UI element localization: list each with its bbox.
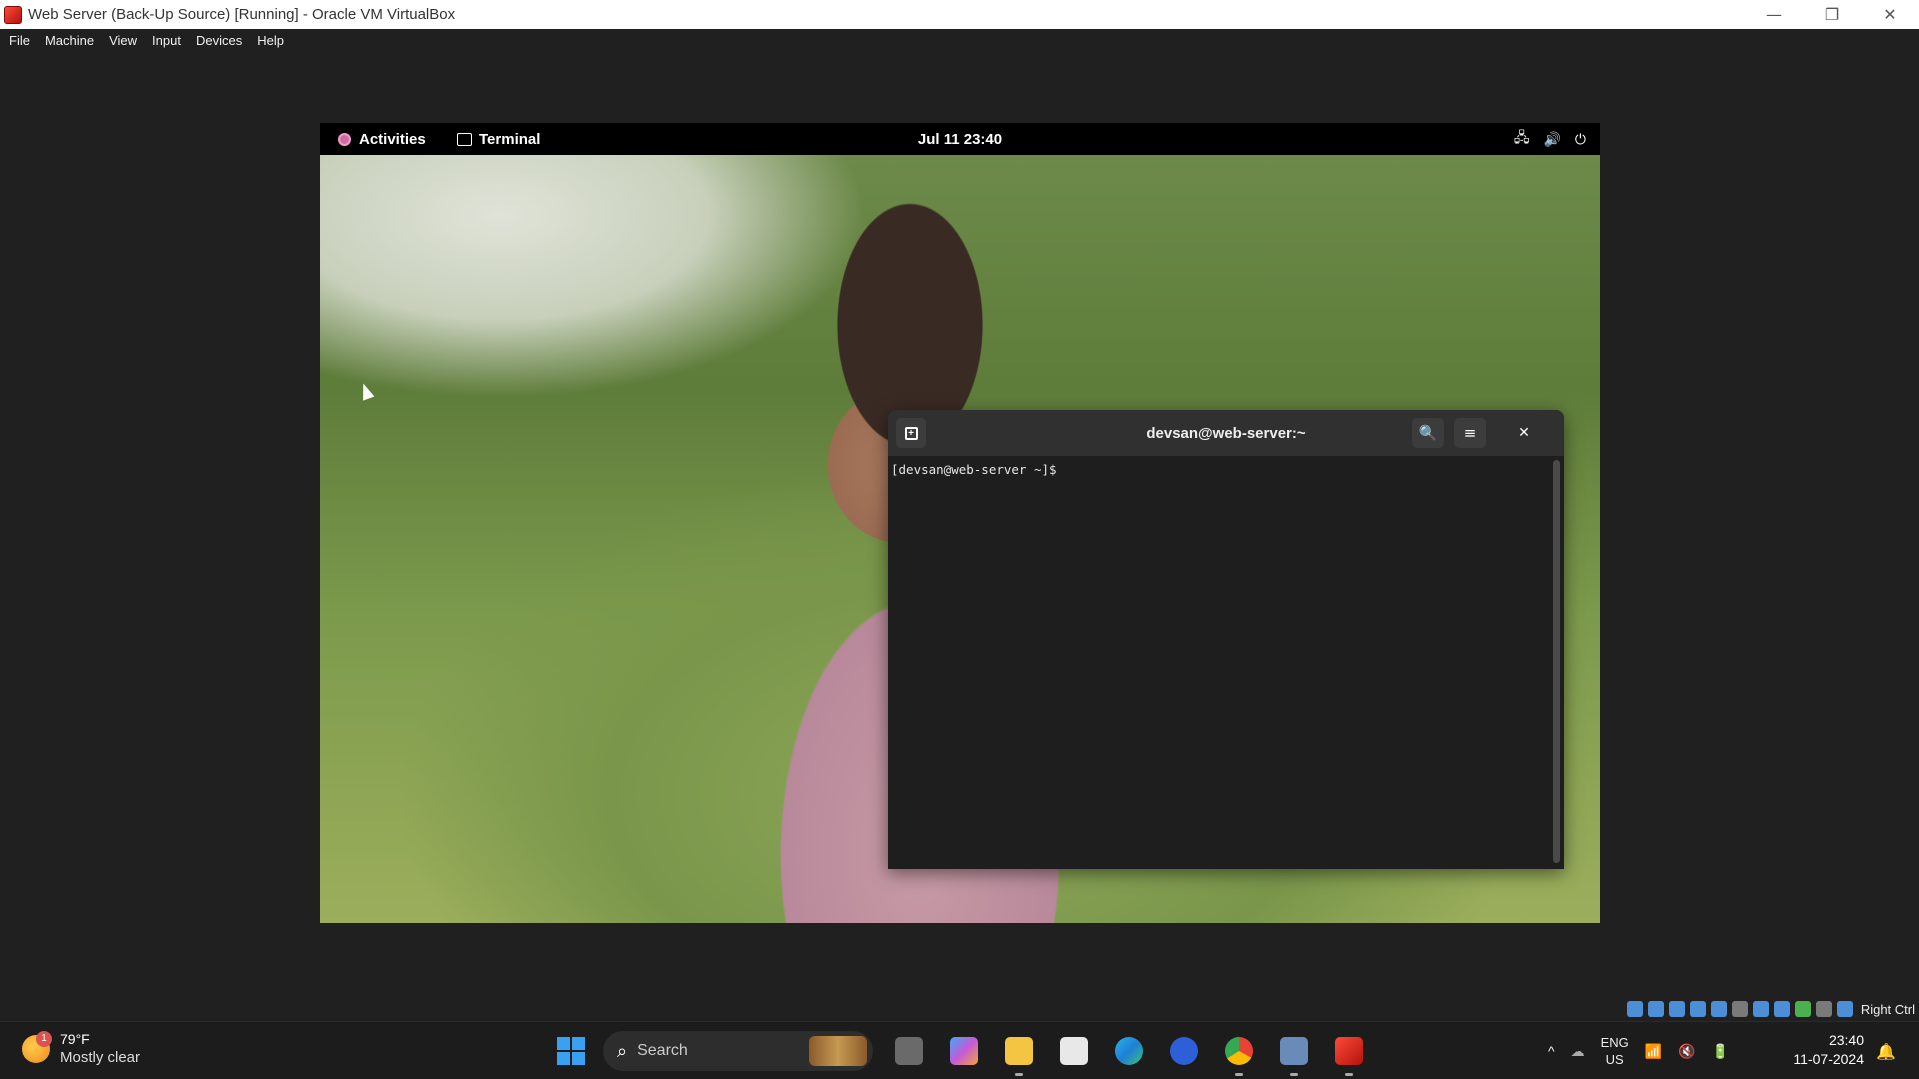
host-title-bar: Web Server (Back-Up Source) [Running] - … — [0, 0, 1919, 29]
search-icon: 🔍 — [1418, 424, 1438, 442]
volume-icon: 🔊 — [1543, 130, 1561, 147]
store-icon — [1060, 1037, 1088, 1065]
host-menu-bar: File Machine View Input Devices Help — [0, 29, 1919, 51]
clock-time: 23:40 — [1828, 1032, 1864, 1048]
menu-view[interactable]: View — [109, 33, 137, 48]
vbox-status-bar: Right Ctrl — [1626, 998, 1919, 1020]
windows-taskbar: 1 79°F Mostly clear ⌕ Search ^ ☁ ENG US … — [0, 1021, 1919, 1079]
optical-drive-icon[interactable] — [1647, 1001, 1664, 1017]
edge-button[interactable] — [1110, 1032, 1148, 1070]
weather-temperature: 79°F — [60, 1031, 90, 1047]
chevron-up-icon[interactable]: ^ — [1548, 1043, 1555, 1059]
battery-icon[interactable]: 🔋 — [1712, 1043, 1729, 1060]
sound-muted-icon[interactable]: 🔇 — [1678, 1043, 1695, 1060]
terminal-menu-button[interactable]: ≡ — [1454, 418, 1486, 448]
edge-icon — [1115, 1037, 1143, 1065]
menu-input[interactable]: Input — [152, 33, 181, 48]
notification-bell-icon[interactable]: 🔔 — [1876, 1042, 1896, 1061]
copilot-icon — [950, 1037, 978, 1065]
keyboard-capture-icon[interactable] — [1836, 1001, 1853, 1017]
onedrive-icon[interactable]: ☁ — [1571, 1043, 1585, 1060]
search-placeholder: Search — [637, 1042, 688, 1059]
hamburger-menu-icon: ≡ — [1463, 424, 1477, 442]
chrome-icon — [1225, 1037, 1253, 1065]
gnome-system-menu[interactable]: 🖧 🔊 ⏻ — [1514, 123, 1586, 155]
mouse-cursor-icon — [357, 381, 375, 401]
cpu-activity-icon[interactable] — [1794, 1001, 1811, 1017]
app-icon — [1170, 1037, 1198, 1065]
wifi-icon[interactable]: 📶 — [1645, 1043, 1662, 1060]
menu-machine[interactable]: Machine — [45, 33, 94, 48]
vm-display[interactable]: Activities Terminal Jul 11 23:40 🖧 🔊 ⏻ +… — [320, 123, 1600, 923]
network-icon: 🖧 — [1513, 129, 1530, 145]
close-button[interactable]: ✕ — [1861, 0, 1919, 29]
terminal-output[interactable]: [devsan@web-server ~]$ — [888, 456, 1564, 869]
minimize-button[interactable]: — — [1745, 0, 1803, 29]
display-icon[interactable] — [1752, 1001, 1769, 1017]
shared-folders-icon[interactable] — [1731, 1001, 1748, 1017]
file-explorer-button[interactable] — [1000, 1032, 1038, 1076]
notification-badge: 1 — [36, 1031, 52, 1047]
recording-icon[interactable] — [1773, 1001, 1790, 1017]
task-view-button[interactable] — [890, 1032, 928, 1070]
start-button[interactable] — [557, 1037, 585, 1065]
store-button[interactable] — [1055, 1032, 1093, 1070]
virtualbox-icon — [1335, 1037, 1363, 1065]
terminal-header-bar[interactable]: + devsan@web-server:~ 🔍 ≡ ✕ — [888, 410, 1564, 456]
terminal-search-button[interactable]: 🔍 — [1412, 418, 1444, 448]
search-icon: ⌕ — [617, 1040, 628, 1062]
copilot-button[interactable] — [945, 1032, 983, 1070]
shell-prompt: [devsan@web-server ~]$ — [891, 462, 1057, 477]
system-tray: ^ ☁ ENG US 📶 🔇 🔋 — [1548, 1022, 1729, 1079]
terminal-close-button[interactable]: ✕ — [1513, 422, 1535, 444]
windows-logo-icon — [557, 1037, 570, 1050]
terminal-window[interactable]: + devsan@web-server:~ 🔍 ≡ ✕ [devsan@web-… — [888, 410, 1564, 869]
window-title: Web Server (Back-Up Source) [Running] - … — [28, 6, 456, 23]
usb-icon[interactable] — [1710, 1001, 1727, 1017]
folder-icon — [1005, 1037, 1033, 1065]
weather-sun-icon: 1 — [22, 1031, 52, 1063]
taskbar-apps — [890, 1032, 1368, 1076]
weather-widget[interactable]: 1 79°F Mostly clear — [22, 1030, 140, 1068]
close-icon: ✕ — [1518, 425, 1530, 441]
weather-description: Mostly clear — [60, 1049, 141, 1066]
gnome-clock[interactable]: Jul 11 23:40 — [320, 123, 1600, 155]
menu-devices[interactable]: Devices — [196, 33, 242, 48]
terminal-scrollbar[interactable] — [1553, 460, 1560, 863]
mouse-integration-icon[interactable] — [1815, 1001, 1832, 1017]
language-indicator[interactable]: ENG US — [1601, 1034, 1629, 1068]
cube-icon — [1280, 1037, 1308, 1065]
app-button[interactable] — [1165, 1032, 1203, 1070]
menu-help[interactable]: Help — [257, 33, 284, 48]
taskbar-search[interactable]: ⌕ Search — [603, 1031, 873, 1071]
window-controls: — ❐ ✕ — [1745, 0, 1919, 29]
virtualbox-icon — [4, 5, 22, 24]
task-view-icon — [895, 1037, 923, 1065]
restore-button[interactable]: ❐ — [1803, 0, 1861, 29]
taskbar-clock[interactable]: 23:40 11-07-2024 — [1784, 1031, 1864, 1069]
host-key-label: Right Ctrl — [1860, 1001, 1915, 1017]
virtualbox-vm-button[interactable] — [1330, 1032, 1368, 1076]
audio-icon[interactable] — [1668, 1001, 1685, 1017]
gnome-top-bar: Activities Terminal Jul 11 23:40 🖧 🔊 ⏻ — [320, 123, 1600, 155]
network-adapter-icon[interactable] — [1689, 1001, 1706, 1017]
menu-file[interactable]: File — [9, 33, 30, 48]
clock-date: 11-07-2024 — [1793, 1051, 1864, 1067]
virtualbox-manager-button[interactable] — [1275, 1032, 1313, 1076]
search-highlight-image — [809, 1036, 867, 1066]
chrome-button[interactable] — [1220, 1032, 1258, 1076]
storage-icon[interactable] — [1626, 1001, 1643, 1017]
power-icon: ⏻ — [1574, 130, 1586, 147]
